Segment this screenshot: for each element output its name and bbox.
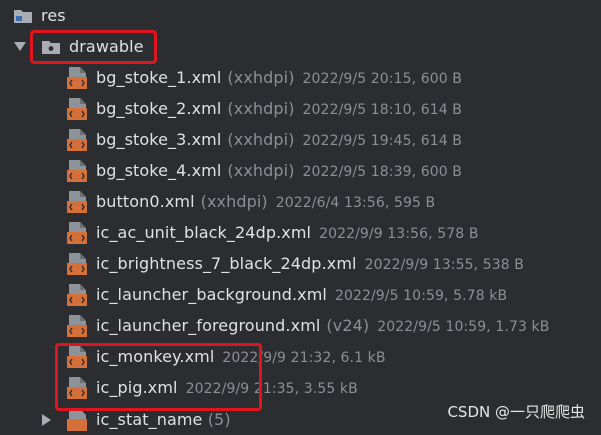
folder-res-icon: [13, 8, 33, 24]
tree-item-file[interactable]: ic_launcher_background.xml 2022/9/5 10:59…: [0, 279, 601, 310]
file-name: ic_launcher_foreground.xml: [96, 316, 321, 335]
file-meta: 2022/9/5 18:10, 614 B: [302, 102, 462, 118]
file-qualifier: (v24): [326, 316, 370, 335]
tree-item-file[interactable]: ic_brightness_7_black_24dp.xml 2022/9/9 1…: [0, 248, 601, 279]
xml-file-icon: [66, 283, 88, 307]
file-meta: 2022/9/5 19:45, 614 B: [302, 133, 462, 149]
file-qualifier: (xxhdpi): [227, 99, 295, 118]
xml-file-icon: [66, 159, 88, 183]
file-name: bg_stoke_1.xml: [96, 68, 222, 87]
tree-item-label: button0.xml (xxhdpi) 2022/6/4 13:56, 595 B: [96, 192, 435, 211]
tree-item-label: res: [41, 6, 66, 25]
file-name: bg_stoke_4.xml: [96, 161, 222, 180]
tree-item-label: ic_brightness_7_black_24dp.xml 2022/9/9 1…: [96, 254, 524, 273]
chevron-down-icon[interactable]: [14, 42, 26, 51]
watermark: CSDN @一只爬爬虫: [447, 403, 585, 421]
xml-file-icon: [66, 128, 88, 152]
xml-file-icon: [66, 97, 88, 121]
file-name: bg_stoke_2.xml: [96, 99, 222, 118]
file-meta: 2022/9/9 13:56, 578 B: [319, 226, 479, 242]
file-meta: 2022/9/9 13:55, 538 B: [364, 257, 525, 273]
tree-item-file[interactable]: button0.xml (xxhdpi) 2022/6/4 13:56, 595 B: [0, 186, 601, 217]
tree-item-label: bg_stoke_1.xml (xxhdpi) 2022/9/5 20:15, 60…: [96, 68, 462, 87]
file-name: ic_ac_unit_black_24dp.xml: [96, 223, 312, 242]
file-meta: 2022/9/5 20:15, 600 B: [302, 71, 462, 87]
tree-item-label: bg_stoke_2.xml (xxhdpi) 2022/9/5 18:10, 61…: [96, 99, 462, 118]
file-meta: 2022/9/5 10:59, 5.78 kB: [334, 288, 508, 304]
highlight-box-drawable: [30, 30, 157, 64]
file-qualifier: (xxhdpi): [227, 130, 295, 149]
tree-item-label: ic_launcher_background.xml 2022/9/5 10:59…: [96, 285, 507, 304]
tree-item-label: bg_stoke_3.xml (xxhdpi) 2022/9/5 19:45, 61…: [96, 130, 462, 149]
file-name: bg_stoke_3.xml: [96, 130, 222, 149]
file-name: ic_brightness_7_black_24dp.xml: [96, 254, 357, 273]
tree-item-res[interactable]: res: [0, 0, 601, 31]
xml-file-icon: [66, 252, 88, 276]
chevron-right-icon[interactable]: [42, 414, 51, 426]
highlight-box-new-files: [55, 343, 262, 411]
file-qualifier: (xxhdpi): [200, 192, 268, 211]
xml-file-icon: [66, 221, 88, 245]
xml-file-icon: [66, 66, 88, 90]
file-qualifier: (xxhdpi): [227, 68, 295, 87]
file-qualifier: (5): [207, 410, 231, 429]
project-tree: res drawable bg_stoke_1.xml (xxhdpi) 2022/…: [0, 0, 601, 431]
xml-file-icon: [66, 190, 88, 214]
tree-item-label: ic_launcher_foreground.xml (v24) 2022/9/5 …: [96, 316, 549, 335]
file-meta: 2022/9/5 18:39, 600 B: [302, 164, 462, 180]
tree-item-label: ic_ac_unit_black_24dp.xml 2022/9/9 13:56,…: [96, 223, 479, 242]
tree-item-file[interactable]: bg_stoke_2.xml (xxhdpi) 2022/9/5 18:10, 61…: [0, 93, 601, 124]
file-name: ic_launcher_background.xml: [96, 285, 327, 304]
tree-item-file[interactable]: bg_stoke_3.xml (xxhdpi) 2022/9/5 19:45, 61…: [0, 124, 601, 155]
xml-file-icon: [66, 314, 88, 338]
file-meta: 2022/6/4 13:56, 595 B: [275, 195, 436, 211]
file-qualifier: (xxhdpi): [227, 161, 295, 180]
tree-item-file[interactable]: bg_stoke_4.xml (xxhdpi) 2022/9/5 18:39, 60…: [0, 155, 601, 186]
tree-item-file[interactable]: bg_stoke_1.xml (xxhdpi) 2022/9/5 20:15, 60…: [0, 62, 601, 93]
tree-item-label: ic_stat_name (5): [96, 410, 231, 429]
tree-item-file[interactable]: ic_launcher_foreground.xml (v24) 2022/9/5 …: [0, 310, 601, 341]
file-name: button0.xml: [96, 192, 195, 211]
tree-item-label: bg_stoke_4.xml (xxhdpi) 2022/9/5 18:39, 60…: [96, 161, 462, 180]
file-meta: 2022/9/5 10:59, 1.73 kB: [377, 319, 550, 335]
file-name: ic_stat_name: [96, 410, 203, 429]
tree-item-file[interactable]: ic_ac_unit_black_24dp.xml 2022/9/9 13:56,…: [0, 217, 601, 248]
xml-file-icon: [66, 408, 88, 432]
